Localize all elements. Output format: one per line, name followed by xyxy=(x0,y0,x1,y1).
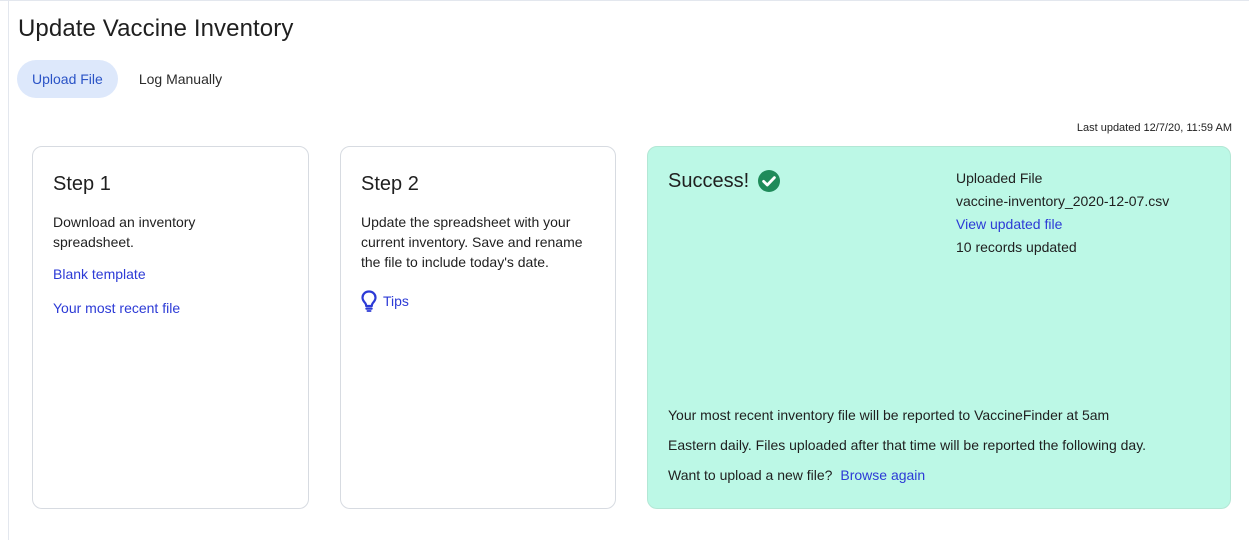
page-title: Update Vaccine Inventory xyxy=(18,15,294,42)
step2-description: Update the spreadsheet with your current… xyxy=(361,214,583,270)
step1-title: Step 1 xyxy=(53,173,111,195)
step2-title: Step 2 xyxy=(361,173,419,195)
upload-again-row: Want to upload a new file? Browse again xyxy=(668,460,1214,490)
success-title: Success! xyxy=(668,169,750,192)
step1-card: Step 1 Download an inventory spreadsheet… xyxy=(32,146,309,509)
success-footer: Your most recent inventory file will be … xyxy=(668,400,1214,490)
tab-upload-file[interactable]: Upload File xyxy=(17,60,118,98)
uploaded-file-name: vaccine-inventory_2020-12-07.csv xyxy=(956,193,1170,209)
recent-file-link[interactable]: Your most recent file xyxy=(53,298,288,318)
tips-link[interactable]: Tips xyxy=(361,290,409,312)
check-circle-icon xyxy=(757,169,781,193)
success-card: Success! Uploaded File vaccine-inventory… xyxy=(647,146,1231,509)
blank-template-link[interactable]: Blank template xyxy=(53,264,288,284)
records-updated-text: 10 records updated xyxy=(956,239,1077,255)
step2-card: Step 2 Update the spreadsheet with your … xyxy=(340,146,616,509)
uploaded-file-info: Uploaded File vaccine-inventory_2020-12-… xyxy=(956,167,1169,259)
report-info-line2: Eastern daily. Files uploaded after that… xyxy=(668,437,1147,453)
browse-again-link[interactable]: Browse again xyxy=(840,467,925,483)
success-header: Success! xyxy=(668,169,781,193)
lightbulb-icon xyxy=(361,290,377,312)
report-info-line1: Your most recent inventory file will be … xyxy=(668,407,1110,423)
upload-prompt-text: Want to upload a new file? xyxy=(668,467,833,483)
tips-label: Tips xyxy=(383,293,409,309)
left-divider xyxy=(8,1,9,540)
last-updated-timestamp: Last updated 12/7/20, 11:59 AM xyxy=(1076,122,1232,134)
page: Update Vaccine Inventory Upload File Log… xyxy=(0,0,1249,540)
tab-log-manually[interactable]: Log Manually xyxy=(124,60,237,98)
step1-description: Download an inventory spreadsheet. xyxy=(53,214,196,250)
view-updated-file-link[interactable]: View updated file xyxy=(956,216,1062,232)
tab-bar: Upload File Log Manually xyxy=(17,60,237,98)
uploaded-file-label: Uploaded File xyxy=(956,170,1043,186)
